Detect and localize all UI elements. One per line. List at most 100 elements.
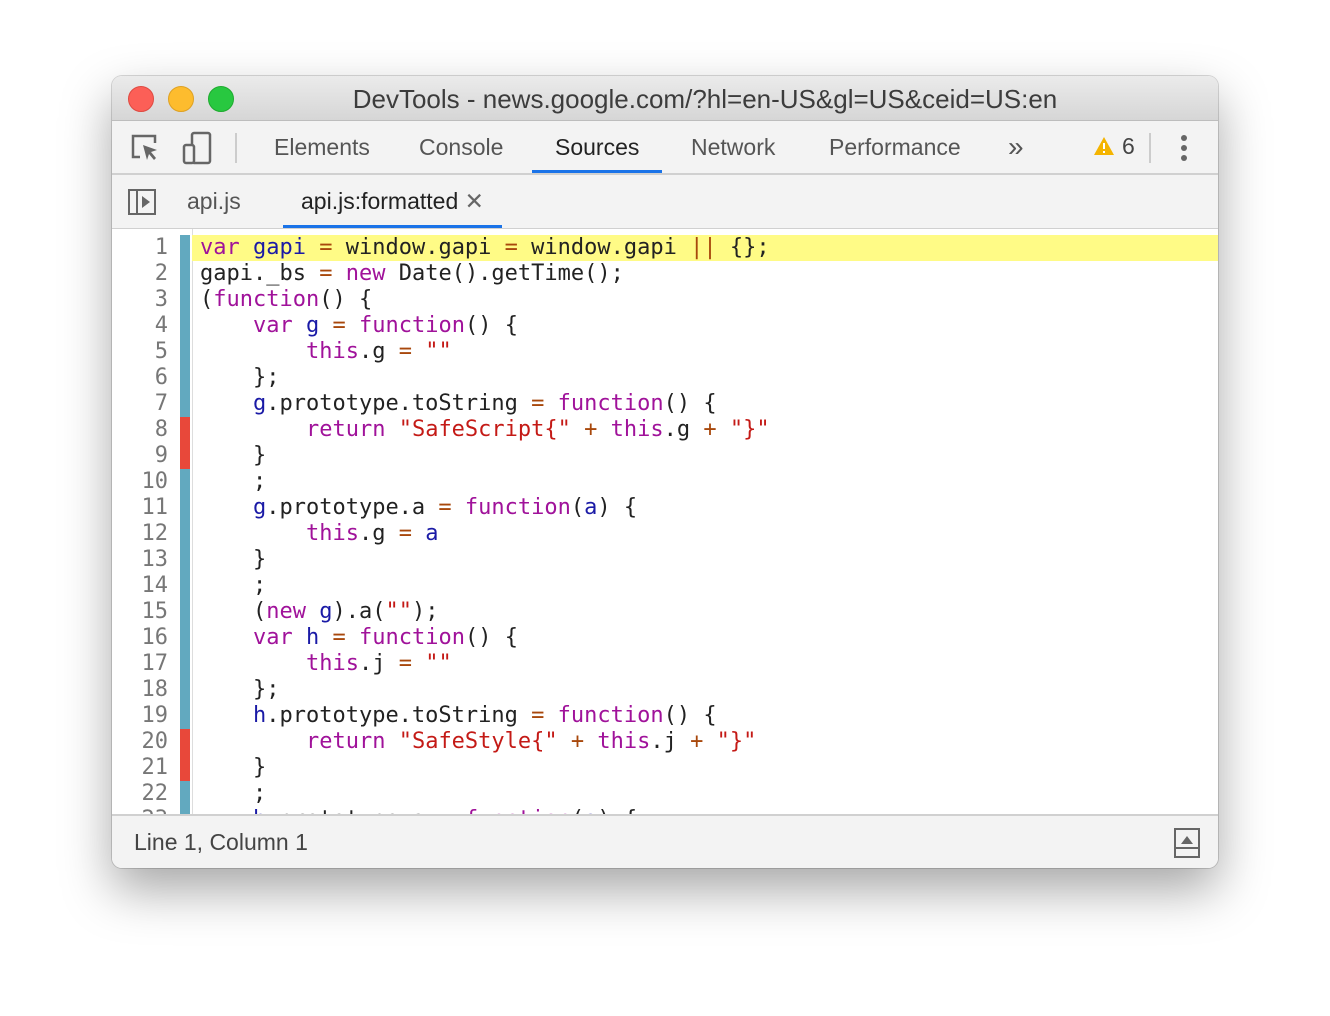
line-number[interactable]: 10 xyxy=(112,469,169,495)
code-line[interactable]: 5 this.g = "" xyxy=(112,339,1218,365)
device-toolbar-icon[interactable] xyxy=(182,131,214,165)
line-number[interactable]: 5 xyxy=(112,339,168,365)
code-line[interactable]: 14 ; xyxy=(112,573,1218,599)
line-number[interactable]: 3 xyxy=(112,287,168,313)
code-line[interactable]: 9 } xyxy=(112,443,1218,469)
line-number[interactable]: 2 xyxy=(112,261,168,287)
code-token: "" xyxy=(425,339,452,364)
coverage-marker-used xyxy=(180,599,190,625)
tab-sources[interactable]: Sources xyxy=(532,121,663,173)
file-tab-api-js-formatted[interactable]: api.js:formatted ✕ xyxy=(283,175,502,228)
coverage-marker-used xyxy=(180,365,190,391)
code-token: window.gapi xyxy=(517,235,691,260)
line-number[interactable]: 11 xyxy=(112,495,169,521)
code-line[interactable]: 15 (new g).a(""); xyxy=(112,599,1218,625)
line-number[interactable]: 15 xyxy=(112,599,169,625)
code-line[interactable]: 13 } xyxy=(112,547,1218,573)
line-number[interactable]: 21 xyxy=(112,755,169,781)
code-line[interactable]: 2 gapi._bs = new Date().getTime(); xyxy=(112,261,1218,287)
code-line[interactable]: 22 ; xyxy=(112,781,1218,807)
code-text: this.g = "" xyxy=(200,339,452,365)
code-line[interactable]: 8 return "SafeScript{" + this.g + "}" xyxy=(112,417,1218,443)
line-number[interactable]: 7 xyxy=(112,391,168,417)
warning-icon[interactable] xyxy=(1093,136,1115,156)
code-line[interactable]: 3 (function() { xyxy=(112,287,1218,313)
code-token: {}; xyxy=(716,235,770,260)
code-token: h xyxy=(305,625,320,650)
coverage-marker-used xyxy=(180,287,190,313)
coverage-marker-unused xyxy=(180,729,190,755)
code-line[interactable]: 20 return "SafeStyle{" + this.j + "}" xyxy=(112,729,1218,755)
close-tab-icon[interactable]: ✕ xyxy=(465,188,484,214)
line-number[interactable]: 16 xyxy=(112,625,169,651)
line-number[interactable]: 8 xyxy=(112,417,168,443)
code-line[interactable]: 16 var h = function() { xyxy=(112,625,1218,651)
code-line[interactable]: 10 ; xyxy=(112,469,1218,495)
warning-count[interactable]: 6 xyxy=(1122,133,1135,160)
code-line[interactable]: 12 this.g = a xyxy=(112,521,1218,547)
code-token: = xyxy=(398,339,412,364)
tab-network[interactable]: Network xyxy=(668,121,798,173)
line-number[interactable]: 20 xyxy=(112,729,169,755)
code-line[interactable]: 11 g.prototype.a = function(a) { xyxy=(112,495,1218,521)
code-text: gapi._bs = new Date().getTime(); xyxy=(200,261,624,287)
code-token: .prototype.toString xyxy=(266,391,532,416)
code-line[interactable]: 4 var g = function() { xyxy=(112,313,1218,339)
coverage-marker-used xyxy=(180,391,190,417)
line-number[interactable]: 17 xyxy=(112,651,169,677)
tab-performance[interactable]: Performance xyxy=(806,121,984,173)
code-token: ); xyxy=(411,599,439,624)
line-number[interactable]: 9 xyxy=(112,443,168,469)
code-token: gapi._bs xyxy=(200,261,320,286)
line-number[interactable]: 19 xyxy=(112,703,169,729)
code-text: (function() { xyxy=(200,287,372,313)
inspect-element-icon[interactable] xyxy=(130,133,160,163)
code-text: return "SafeStyle{" + this.j + "}" xyxy=(200,729,756,755)
more-options-icon[interactable] xyxy=(1180,134,1188,162)
coverage-marker-used xyxy=(180,469,190,495)
coverage-marker-unused xyxy=(180,755,190,781)
code-line[interactable]: 17 this.j = "" xyxy=(112,651,1218,677)
code-line[interactable]: 21 } xyxy=(112,755,1218,781)
line-number[interactable]: 4 xyxy=(112,313,168,339)
code-line[interactable]: 7 g.prototype.toString = function() { xyxy=(112,391,1218,417)
code-token: gapi xyxy=(253,235,306,260)
toggle-drawer-icon[interactable] xyxy=(1174,828,1200,858)
line-number[interactable]: 6 xyxy=(112,365,168,391)
code-line[interactable]: 19 h.prototype.toString = function() { xyxy=(112,703,1218,729)
code-token: "" xyxy=(385,599,412,624)
coverage-marker-unused xyxy=(180,443,190,469)
line-number[interactable]: 12 xyxy=(112,521,169,547)
file-tab-api-js[interactable]: api.js xyxy=(187,175,241,225)
code-line[interactable]: 1 var gapi = window.gapi = window.gapi ||… xyxy=(112,235,1218,261)
code-token: .g xyxy=(358,339,399,364)
tab-console[interactable]: Console xyxy=(396,121,526,173)
code-line[interactable]: 6 }; xyxy=(112,365,1218,391)
code-token: h xyxy=(252,703,267,728)
line-number[interactable]: 22 xyxy=(112,781,169,807)
code-token: = xyxy=(398,651,412,676)
tab-elements[interactable]: Elements xyxy=(251,121,393,173)
code-editor[interactable]: 1 var gapi = window.gapi = window.gapi ||… xyxy=(112,229,1218,815)
line-number[interactable]: 1 xyxy=(112,235,168,261)
toggle-navigator-icon[interactable] xyxy=(128,189,156,215)
code-line[interactable]: 18 }; xyxy=(112,677,1218,703)
line-number[interactable]: 18 xyxy=(112,677,169,703)
code-token: } xyxy=(200,547,267,572)
code-token: .prototype.toString xyxy=(266,703,532,728)
line-number[interactable]: 14 xyxy=(112,573,169,599)
chevrons-right-icon[interactable]: » xyxy=(1008,131,1024,163)
line-number[interactable]: 13 xyxy=(112,547,169,573)
